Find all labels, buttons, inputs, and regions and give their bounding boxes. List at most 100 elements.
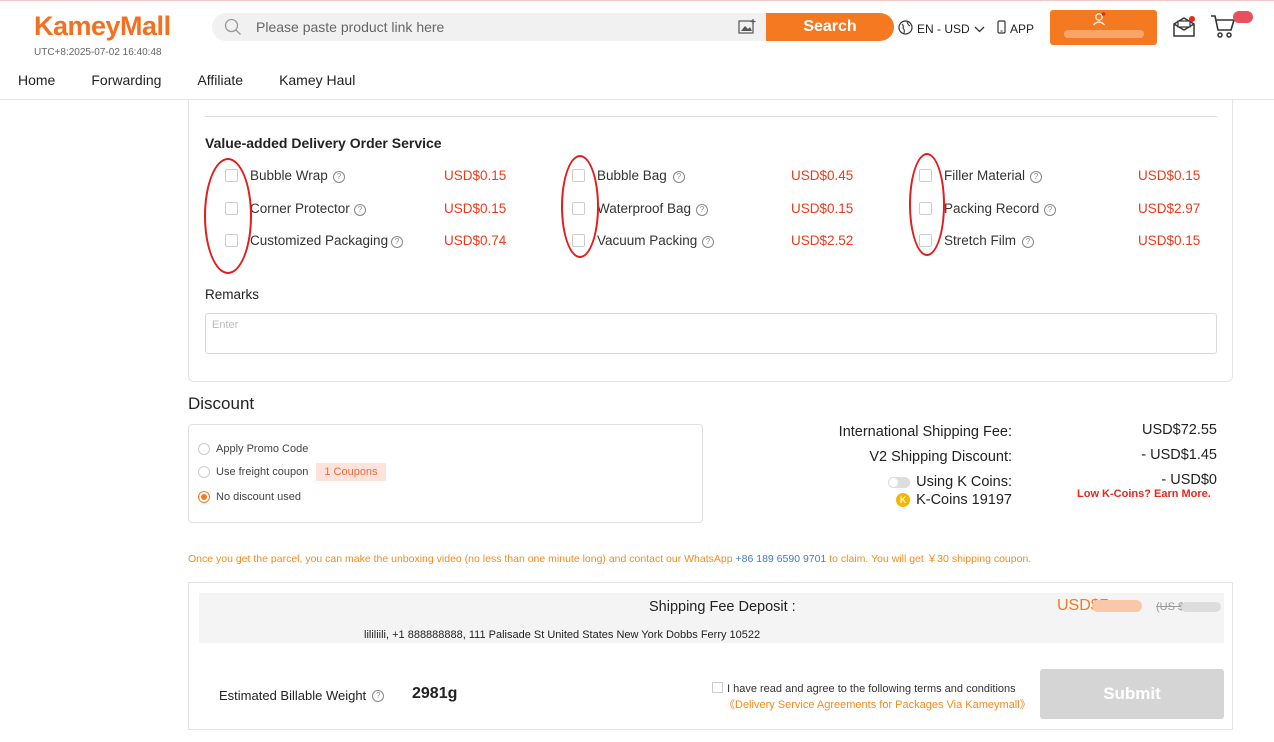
service-price: USD$0.74 bbox=[444, 233, 507, 248]
terms-agreement[interactable]: I have read and agree to the following t… bbox=[712, 682, 1016, 695]
help-icon[interactable]: ? bbox=[702, 236, 714, 248]
remarks-label: Remarks bbox=[205, 287, 260, 302]
help-icon[interactable]: ? bbox=[1030, 171, 1042, 183]
service-price: USD$0.15 bbox=[444, 168, 507, 183]
order-summary-card: Shipping Fee Deposit : USD$7 (US $ lilil… bbox=[188, 582, 1233, 730]
service-price: USD$0.45 bbox=[791, 168, 854, 183]
terms-checkbox[interactable] bbox=[712, 682, 723, 693]
nav-affiliate[interactable]: Affiliate bbox=[197, 72, 243, 88]
phone-icon bbox=[997, 20, 1006, 37]
kcoins-label: Using K Coins: bbox=[916, 474, 1012, 490]
help-icon[interactable]: ? bbox=[673, 171, 685, 183]
radio-button[interactable] bbox=[198, 443, 210, 455]
logo[interactable]: KameyMall bbox=[34, 11, 171, 42]
image-search-icon[interactable] bbox=[738, 19, 756, 40]
shipping-address: lililiili, +1 888888888, 111 Palisade St… bbox=[364, 629, 761, 641]
billable-weight-value: 2981g bbox=[412, 685, 458, 702]
blurred-amount bbox=[1181, 602, 1221, 612]
discount-title: Discount bbox=[188, 394, 255, 413]
service-name: Filler Material bbox=[944, 168, 1026, 183]
service-price: USD$2.52 bbox=[791, 233, 854, 248]
annotation-circle bbox=[204, 158, 252, 274]
cart-count-badge bbox=[1233, 11, 1253, 23]
radio-button[interactable] bbox=[198, 466, 210, 478]
kcoins-toggle-row[interactable]: Using K Coins: bbox=[888, 474, 1012, 490]
terms-link[interactable]: 《Delivery Service Agreements for Package… bbox=[724, 696, 1031, 712]
notice-text: to claim. You will get ￥30 shipping coup… bbox=[829, 553, 1032, 565]
help-icon[interactable]: ? bbox=[1022, 236, 1034, 248]
radio-label: Apply Promo Code bbox=[216, 443, 309, 455]
intl-shipping-fee-label: International Shipping Fee: bbox=[838, 424, 1012, 440]
help-icon[interactable]: ? bbox=[372, 689, 385, 702]
nav-forwarding[interactable]: Forwarding bbox=[91, 72, 161, 88]
radio-no-discount[interactable]: No discount used bbox=[198, 491, 301, 503]
help-icon[interactable]: ? bbox=[391, 236, 403, 248]
service-name: Bubble Bag bbox=[597, 168, 667, 183]
radio-apply-promo-code[interactable]: Apply Promo Code bbox=[198, 443, 308, 455]
radio-label: Use freight coupon bbox=[216, 466, 309, 478]
section-title: Value-added Delivery Order Service bbox=[205, 135, 442, 151]
help-icon[interactable]: ? bbox=[696, 204, 708, 216]
original-price: (US $ bbox=[1156, 601, 1185, 613]
kcoins-value: - USD$0 bbox=[1161, 472, 1217, 488]
kcoins-toggle[interactable] bbox=[888, 476, 911, 488]
service-name: Vacuum Packing bbox=[597, 233, 698, 248]
server-clock: UTC+8:2025-07-02 16:40:48 bbox=[34, 47, 162, 58]
service-name: Corner Protector bbox=[250, 201, 350, 216]
annotation-circle bbox=[561, 155, 599, 258]
earn-more-link[interactable]: Low K-Coins? Earn More. bbox=[1077, 488, 1211, 500]
billable-weight-label: Estimated Billable Weight ? bbox=[219, 688, 385, 703]
app-label: APP bbox=[1010, 21, 1035, 36]
service-price: USD$0.15 bbox=[444, 201, 507, 216]
discount-options: Apply Promo Code Use freight coupon 1 Co… bbox=[188, 424, 703, 523]
kcoins-balance-row: K K-Coins 19197 bbox=[896, 492, 1012, 508]
notice-text: Once you get the parcel, you can make th… bbox=[188, 553, 733, 565]
deposit-row: Shipping Fee Deposit : USD$7 (US $ lilil… bbox=[199, 593, 1224, 643]
language-label: EN - USD bbox=[917, 22, 970, 36]
whatsapp-phone-link[interactable]: +86 189 6590 9701 bbox=[736, 553, 827, 565]
annotation-circle bbox=[909, 153, 945, 256]
chevron-down-icon bbox=[974, 22, 985, 36]
v2-discount-value: - USD$1.45 bbox=[1141, 447, 1217, 463]
message-icon[interactable] bbox=[1172, 15, 1196, 42]
app-download-link[interactable]: APP bbox=[997, 20, 1034, 37]
intl-shipping-fee-value: USD$72.55 bbox=[1142, 422, 1217, 438]
search-input[interactable] bbox=[256, 17, 716, 37]
radio-button-selected[interactable] bbox=[198, 491, 210, 503]
user-account-button[interactable] bbox=[1050, 10, 1157, 45]
nav-kamey-haul[interactable]: Kamey Haul bbox=[279, 72, 355, 88]
service-price: USD$0.15 bbox=[1138, 233, 1201, 248]
service-name: Customized Packaging bbox=[250, 233, 389, 248]
search-icon bbox=[224, 18, 242, 41]
help-icon[interactable]: ? bbox=[354, 204, 366, 216]
unboxing-notice: Once you get the parcel, you can make th… bbox=[188, 551, 1031, 566]
weight-label-text: Estimated Billable Weight bbox=[219, 688, 367, 703]
service-name: Bubble Wrap bbox=[250, 168, 328, 183]
coupon-count-badge[interactable]: 1 Coupons bbox=[316, 463, 386, 481]
service-name: Stretch Film bbox=[944, 233, 1017, 248]
kcoin-icon: K bbox=[896, 493, 911, 508]
value-added-services-card: Value-added Delivery Order Service Bubbl… bbox=[188, 100, 1233, 382]
nav-home[interactable]: Home bbox=[18, 72, 55, 88]
service-price: USD$0.15 bbox=[1138, 168, 1201, 183]
user-icon bbox=[1092, 12, 1106, 31]
globe-icon bbox=[898, 20, 913, 38]
terms-text: I have read and agree to the following t… bbox=[727, 683, 1016, 695]
search-button[interactable]: Search bbox=[766, 13, 894, 41]
remarks-input[interactable] bbox=[205, 313, 1217, 354]
language-currency-selector[interactable]: EN - USD bbox=[898, 20, 985, 38]
service-name: Packing Record bbox=[944, 201, 1040, 216]
deposit-label: Shipping Fee Deposit : bbox=[649, 599, 796, 615]
blurred-username bbox=[1064, 30, 1144, 38]
service-price: USD$0.15 bbox=[791, 201, 854, 216]
submit-button[interactable]: Submit bbox=[1040, 669, 1224, 719]
help-icon[interactable]: ? bbox=[1044, 204, 1056, 216]
v2-discount-label: V2 Shipping Discount: bbox=[869, 449, 1012, 465]
top-header: KameyMall UTC+8:2025-07-02 16:40:48 Sear… bbox=[0, 0, 1274, 100]
service-name: Waterproof Bag bbox=[597, 201, 692, 216]
blurred-amount bbox=[1092, 600, 1142, 612]
divider bbox=[205, 116, 1217, 117]
help-icon[interactable]: ? bbox=[333, 171, 345, 183]
kcoins-balance: K-Coins 19197 bbox=[916, 492, 1012, 508]
radio-use-freight-coupon[interactable]: Use freight coupon 1 Coupons bbox=[198, 463, 386, 481]
